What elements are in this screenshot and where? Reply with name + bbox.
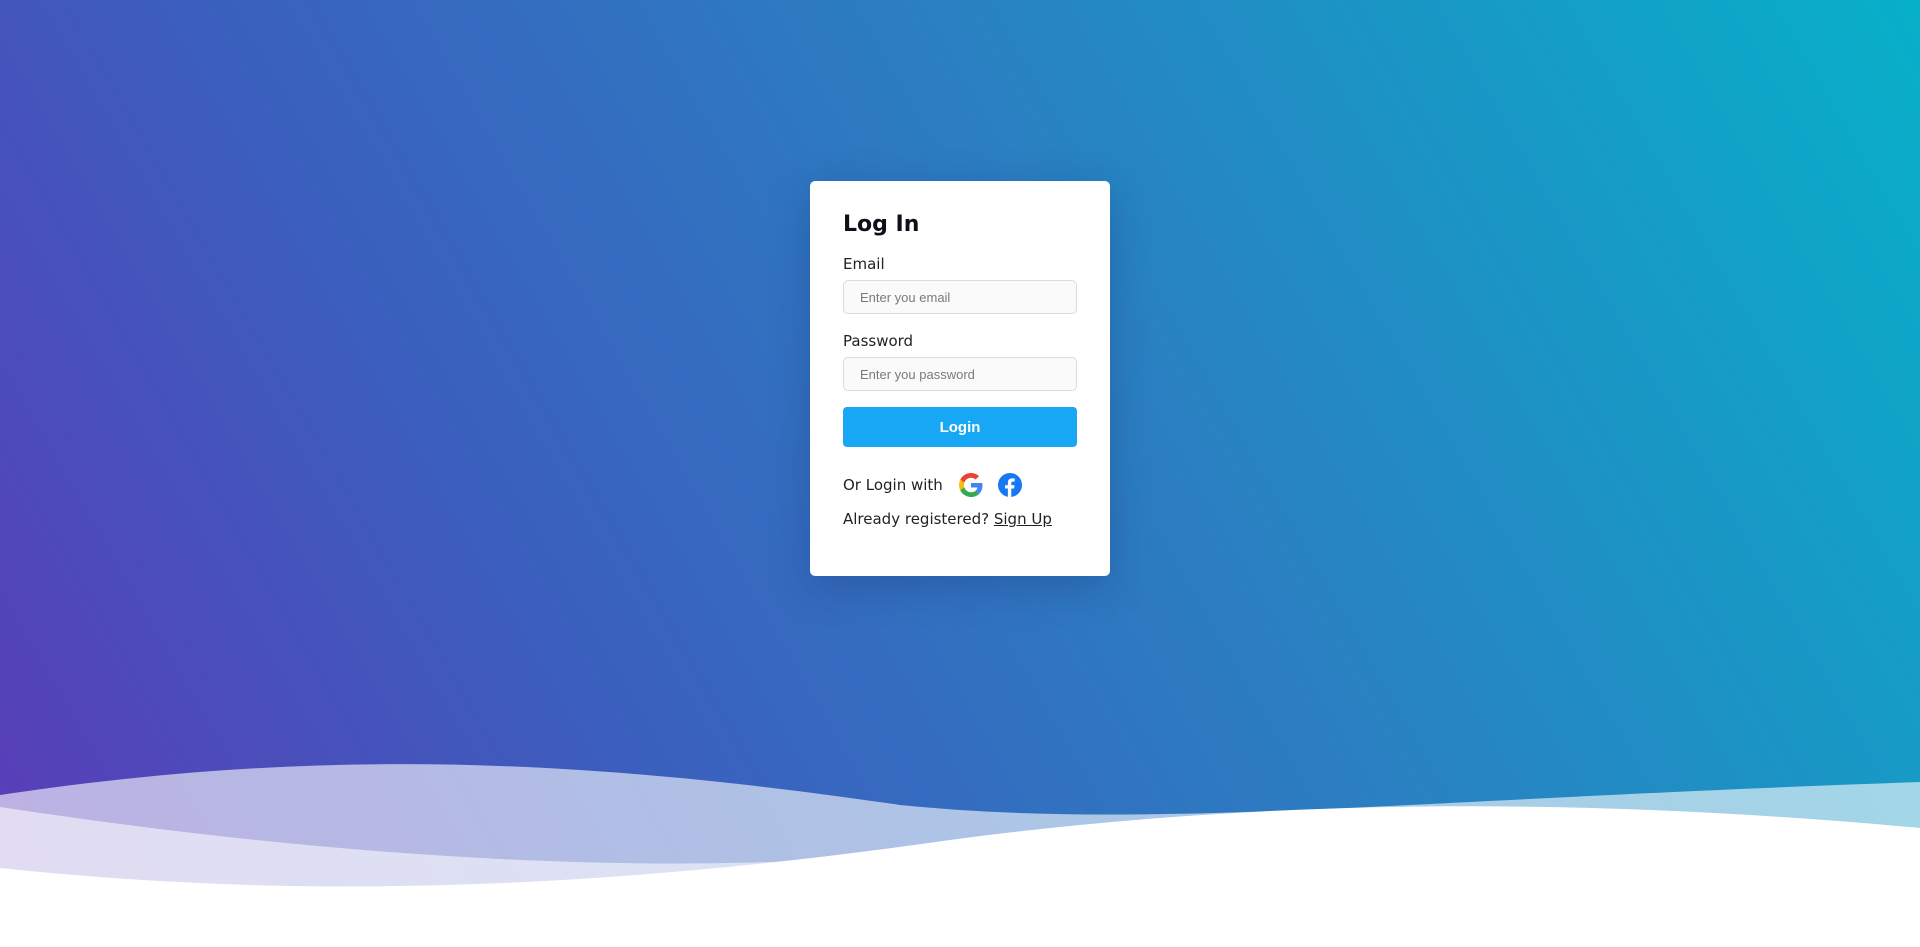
password-input[interactable]	[843, 357, 1077, 391]
login-card: Log In Email Password Login Or Login wit…	[810, 181, 1110, 576]
facebook-icon[interactable]	[997, 473, 1022, 497]
google-icon[interactable]	[958, 473, 983, 497]
login-button[interactable]: Login	[843, 407, 1077, 447]
already-registered-text: Already registered?	[843, 510, 994, 528]
login-title: Log In	[843, 212, 920, 237]
login-page: Log In Email Password Login Or Login wit…	[0, 0, 1920, 947]
password-label: Password	[843, 332, 914, 350]
email-label: Email	[843, 255, 885, 273]
social-login-text: Or Login with	[843, 476, 943, 494]
signup-link[interactable]: Sign Up	[994, 510, 1052, 528]
signup-row: Already registered? Sign Up	[843, 510, 1077, 528]
email-input[interactable]	[843, 280, 1077, 314]
social-login-row: Or Login with	[843, 470, 1077, 500]
